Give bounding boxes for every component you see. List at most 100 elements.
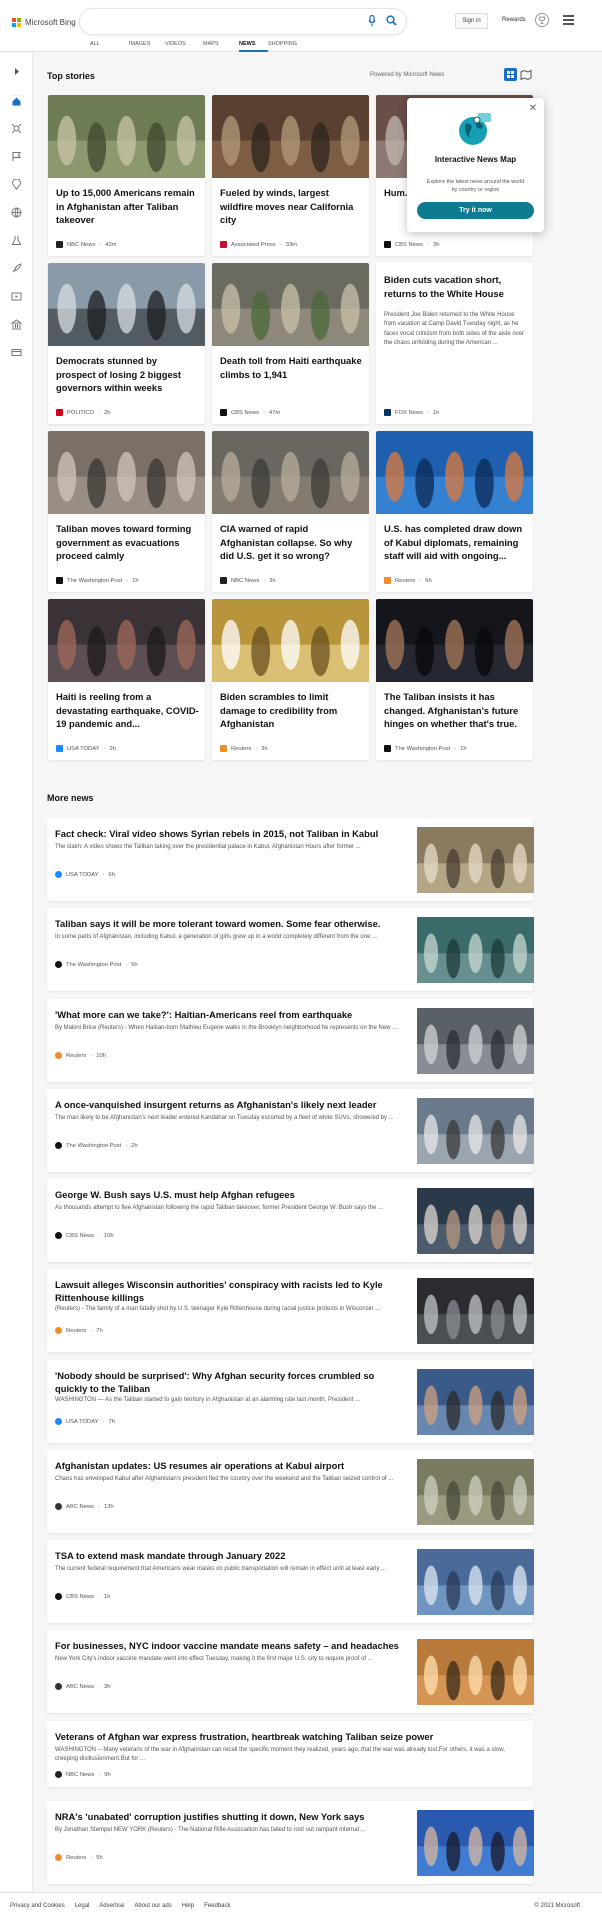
world-globe-icon[interactable] — [11, 207, 22, 218]
news-card-image[interactable] — [212, 263, 369, 346]
bing-logo[interactable]: Microsoft Bing — [12, 15, 76, 29]
news-card-image[interactable] — [212, 431, 369, 514]
more-news-title[interactable]: A once-vanquished insurgent returns as A… — [55, 1098, 405, 1111]
more-news-item[interactable]: For businesses, NYC indoor vaccine manda… — [47, 1630, 534, 1713]
more-news-image[interactable] — [417, 1459, 534, 1525]
news-card-title[interactable]: Democrats stunned by prospect of losing … — [56, 354, 199, 395]
more-news-title[interactable]: Lawsuit alleges Wisconsin authorities' c… — [55, 1278, 405, 1304]
footer-link-help[interactable]: Help — [182, 1903, 194, 1909]
more-news-image[interactable] — [417, 917, 534, 983]
more-news-title[interactable]: TSA to extend mask mandate through Janua… — [55, 1549, 405, 1562]
footer-link-feedback[interactable]: Feedback — [204, 1903, 230, 1909]
news-card-image[interactable] — [376, 431, 533, 514]
news-card-title[interactable]: Death toll from Haiti earthquake climbs … — [220, 354, 363, 381]
tab-videos[interactable]: VIDEOS — [165, 41, 203, 52]
more-news-title[interactable]: Taliban says it will be more tolerant to… — [55, 917, 405, 930]
news-card-image[interactable] — [212, 95, 369, 178]
more-news-title[interactable]: For businesses, NYC indoor vaccine manda… — [55, 1639, 405, 1652]
news-card[interactable]: The Taliban insists it has changed. Afgh… — [376, 599, 533, 760]
flag-icon[interactable] — [11, 151, 22, 162]
more-news-image[interactable] — [417, 1639, 534, 1705]
news-card[interactable]: Up to 15,000 Americans remain in Afghani… — [48, 95, 205, 256]
sign-in-button[interactable]: Sign in — [455, 13, 488, 29]
news-card[interactable]: CIA warned of rapid Afghanistan collapse… — [212, 431, 369, 592]
news-card-image[interactable] — [48, 431, 205, 514]
search-input[interactable] — [80, 9, 406, 34]
news-card-image[interactable] — [212, 599, 369, 682]
news-card[interactable]: Biden cuts vacation short, returns to th… — [376, 263, 533, 424]
tab-maps[interactable]: MAPS — [203, 41, 239, 52]
more-news-title[interactable]: Fact check: Viral video shows Syrian reb… — [55, 827, 405, 840]
more-news-item[interactable]: TSA to extend mask mandate through Janua… — [47, 1540, 534, 1623]
entertainment-icon[interactable] — [11, 291, 22, 302]
news-card[interactable]: Death toll from Haiti earthquake climbs … — [212, 263, 369, 424]
rocket-icon[interactable] — [11, 263, 22, 274]
more-news-title[interactable]: Afghanistan updates: US resumes air oper… — [55, 1459, 405, 1472]
home-icon[interactable] — [11, 95, 22, 106]
news-card-image[interactable] — [48, 95, 205, 178]
tab-news[interactable]: NEWS — [239, 41, 268, 52]
map-view-icon[interactable] — [520, 69, 532, 81]
footer-link-advertise[interactable]: Advertise — [99, 1903, 124, 1909]
rewards-trophy-icon[interactable] — [535, 13, 549, 27]
more-news-title[interactable]: George W. Bush says U.S. must help Afgha… — [55, 1188, 405, 1201]
more-news-image[interactable] — [417, 1810, 534, 1876]
more-news-image[interactable] — [417, 827, 534, 893]
news-card-image[interactable] — [376, 599, 533, 682]
rewards-link[interactable]: Rewards — [502, 17, 526, 23]
microphone-icon[interactable] — [368, 15, 376, 27]
news-card[interactable]: Biden scrambles to limit damage to credi… — [212, 599, 369, 760]
news-card-title[interactable]: Taliban moves toward forming government … — [56, 522, 199, 563]
more-news-title[interactable]: Veterans of Afghan war express frustrati… — [55, 1730, 525, 1743]
more-news-item[interactable]: Taliban says it will be more tolerant to… — [47, 908, 534, 991]
more-news-image[interactable] — [417, 1098, 534, 1164]
more-news-title[interactable]: 'Nobody should be surprised': Why Afghan… — [55, 1369, 405, 1395]
try-it-now-button[interactable]: Try it now — [417, 202, 534, 219]
news-card-title[interactable]: Biden scrambles to limit damage to credi… — [220, 690, 363, 731]
coronavirus-icon[interactable] — [11, 123, 22, 134]
grid-view-icon[interactable] — [504, 68, 517, 81]
more-news-title[interactable]: 'What more can we take?': Haitian-Americ… — [55, 1008, 405, 1021]
menu-icon[interactable] — [563, 15, 574, 27]
more-news-item[interactable]: Afghanistan updates: US resumes air oper… — [47, 1450, 534, 1533]
more-news-image[interactable] — [417, 1278, 534, 1344]
news-card[interactable]: Taliban moves toward forming government … — [48, 431, 205, 592]
news-card[interactable]: Haiti is reeling from a devastating eart… — [48, 599, 205, 760]
tab-all[interactable]: ALL — [90, 41, 129, 52]
news-card-image[interactable] — [48, 599, 205, 682]
more-news-image[interactable] — [417, 1188, 534, 1254]
news-card[interactable]: U.S. has completed draw down of Kabul di… — [376, 431, 533, 592]
footer-link-privacy-and-cookies[interactable]: Privacy and Cookies — [10, 1903, 65, 1909]
tab-shopping[interactable]: SHOPPING — [268, 41, 308, 52]
more-news-image[interactable] — [417, 1369, 534, 1435]
card-icon[interactable] — [11, 347, 22, 358]
more-news-item[interactable]: 'Nobody should be surprised': Why Afghan… — [47, 1360, 534, 1443]
footer-link-legal[interactable]: Legal — [75, 1903, 90, 1909]
more-news-item[interactable]: 'What more can we take?': Haitian-Americ… — [47, 999, 534, 1082]
more-news-item[interactable]: George W. Bush says U.S. must help Afgha… — [47, 1179, 534, 1262]
more-news-item[interactable]: NRA's 'unabated' corruption justifies sh… — [47, 1801, 534, 1884]
tab-images[interactable]: IMAGES — [129, 41, 165, 52]
more-news-title[interactable]: NRA's 'unabated' corruption justifies sh… — [55, 1810, 405, 1823]
more-news-item[interactable]: Veterans of Afghan war express frustrati… — [47, 1721, 533, 1787]
news-card-title[interactable]: CIA warned of rapid Afghanistan collapse… — [220, 522, 363, 563]
search-icon[interactable] — [386, 15, 397, 26]
expand-sidebar-icon[interactable] — [11, 66, 22, 77]
news-card[interactable]: Fueled by winds, largest wildfire moves … — [212, 95, 369, 256]
news-card-title[interactable]: Fueled by winds, largest wildfire moves … — [220, 186, 363, 227]
news-card-title[interactable]: U.S. has completed draw down of Kabul di… — [384, 522, 527, 563]
news-card-title[interactable]: The Taliban insists it has changed. Afgh… — [384, 690, 527, 731]
more-news-item[interactable]: Fact check: Viral video shows Syrian reb… — [47, 818, 534, 901]
close-icon[interactable]: ✕ — [529, 103, 537, 114]
science-icon[interactable] — [11, 235, 22, 246]
news-card-image[interactable] — [48, 263, 205, 346]
news-card-title[interactable]: Haiti is reeling from a devastating eart… — [56, 690, 199, 731]
bank-icon[interactable] — [11, 319, 22, 330]
more-news-item[interactable]: Lawsuit alleges Wisconsin authorities' c… — [47, 1269, 534, 1352]
local-pin-icon[interactable] — [11, 179, 22, 190]
news-card[interactable]: Democrats stunned by prospect of losing … — [48, 263, 205, 424]
more-news-image[interactable] — [417, 1549, 534, 1615]
more-news-item[interactable]: A once-vanquished insurgent returns as A… — [47, 1089, 534, 1172]
news-card-title[interactable]: Biden cuts vacation short, returns to th… — [384, 273, 527, 300]
news-card-title[interactable]: Up to 15,000 Americans remain in Afghani… — [56, 186, 199, 227]
